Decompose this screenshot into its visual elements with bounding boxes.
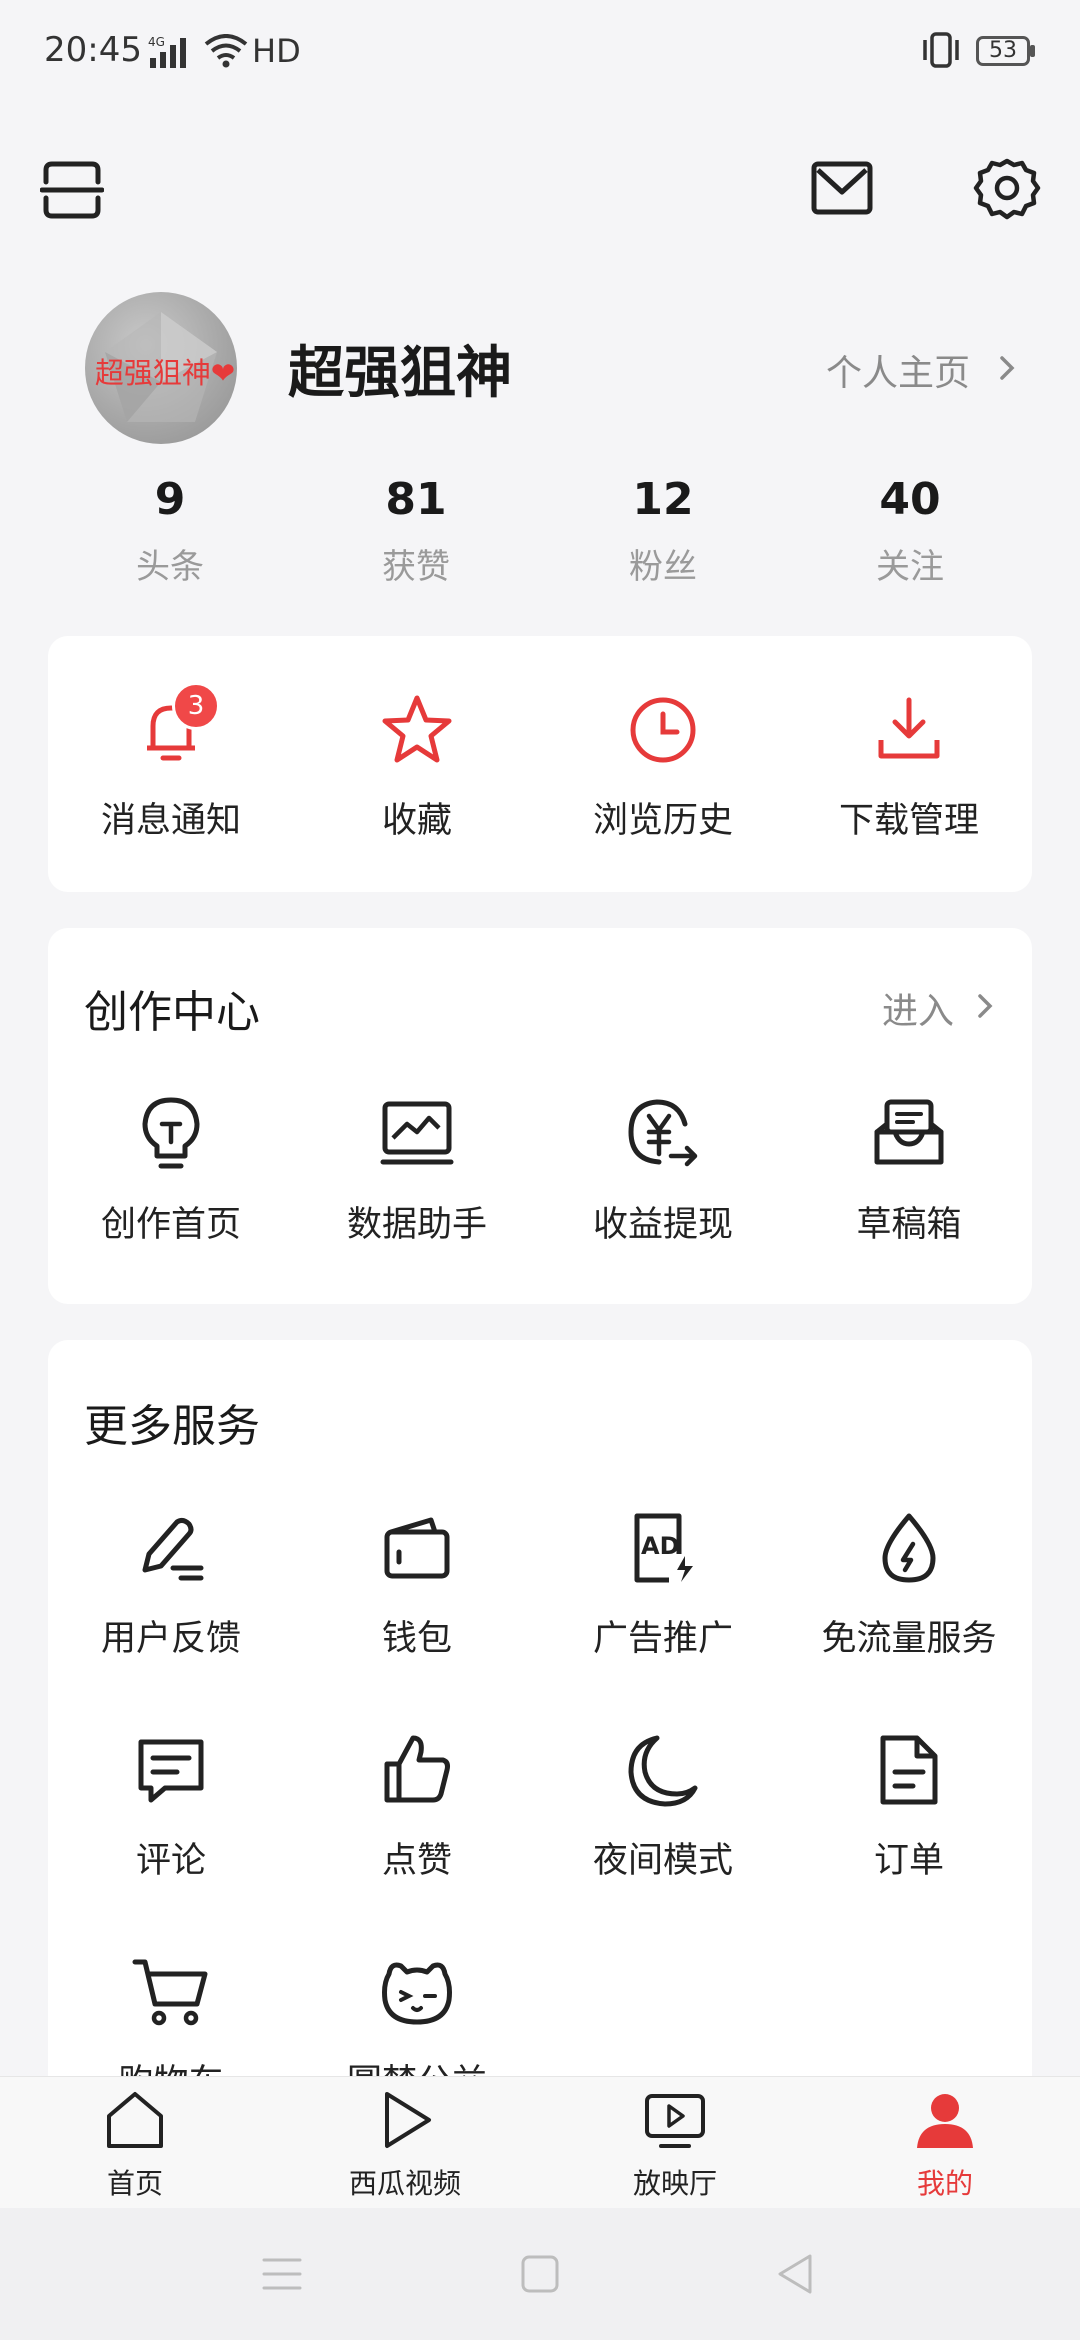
wallet-icon [384, 1517, 450, 1579]
home-icon [107, 2092, 163, 2148]
item-label: 广告推广 [592, 1619, 733, 1659]
item-label: 订单 [873, 1841, 944, 1881]
drop-icon [882, 1513, 936, 1583]
comments-button[interactable]: 评论 [48, 1730, 294, 1883]
item-label: 消息通知 [100, 801, 241, 841]
orders-button[interactable]: 订单 [786, 1730, 1032, 1883]
data-assistant-button[interactable]: 数据助手 [294, 1094, 540, 1247]
document-icon [880, 1735, 938, 1805]
moon-icon [628, 1735, 698, 1807]
ad-icon: AD [634, 1513, 693, 1583]
item-label: 夜间模式 [592, 1841, 733, 1881]
charity-icon [382, 1962, 452, 2025]
chevron-right-icon [974, 988, 998, 1028]
hd-indicator: HD [252, 32, 301, 70]
settings-gear-icon[interactable] [972, 154, 1042, 228]
scan-icon[interactable] [39, 160, 105, 224]
stat-label: 头条 [136, 547, 204, 587]
cellular-signal-icon: 4G [148, 34, 200, 74]
nav-home[interactable]: 首页 [0, 2088, 270, 2202]
item-label: 免流量服务 [821, 1619, 997, 1659]
stat-value: 9 [154, 474, 186, 525]
username: 超强狙神 [288, 341, 512, 406]
item-label: 收藏 [381, 801, 452, 841]
mail-icon[interactable] [810, 158, 874, 222]
comment-icon [138, 1739, 204, 1803]
creator-home-button[interactable]: 创作首页 [48, 1094, 294, 1247]
cart-icon [132, 1959, 208, 2026]
wallet-button[interactable]: 钱包 [294, 1508, 540, 1661]
free-data-button[interactable]: 免流量服务 [786, 1508, 1032, 1661]
item-label: 数据助手 [346, 1205, 487, 1245]
tv-icon [645, 2094, 705, 2148]
earnings-button[interactable]: 收益提现 [540, 1094, 786, 1247]
downloads-button[interactable]: 下载管理 [786, 690, 1032, 843]
chart-icon [380, 1101, 454, 1165]
nav-mine[interactable]: 我的 [810, 2088, 1080, 2202]
nav-xigua-video[interactable]: 西瓜视频 [270, 2088, 540, 2202]
home-square-icon[interactable] [520, 2254, 560, 2298]
item-label: 草稿箱 [856, 1205, 962, 1245]
stat-label: 关注 [876, 547, 944, 587]
download-icon [878, 697, 940, 759]
stat-value: 81 [385, 474, 447, 525]
battery-cap [1030, 45, 1035, 57]
menu-icon[interactable] [262, 2254, 302, 2298]
nav-label: 放映厅 [632, 2167, 717, 2200]
item-label: 下载管理 [838, 801, 979, 841]
advertising-button[interactable]: AD 广告推广 [540, 1508, 786, 1661]
nav-theater[interactable]: 放映厅 [540, 2088, 810, 2202]
favorites-button[interactable]: 收藏 [294, 690, 540, 843]
enter-link[interactable]: 进入 [882, 982, 954, 1034]
back-icon[interactable] [774, 2252, 814, 2300]
stat-headlines[interactable]: 9 头条 [60, 474, 280, 588]
item-label: 点赞 [381, 1841, 452, 1881]
item-label: 钱包 [381, 1619, 452, 1659]
drafts-button[interactable]: 草稿箱 [786, 1094, 1032, 1247]
notification-badge: 3 [172, 682, 220, 730]
stat-label: 获赞 [382, 547, 450, 587]
star-icon [382, 695, 452, 763]
item-label: 评论 [135, 1841, 206, 1881]
history-button[interactable]: 浏览历史 [540, 690, 786, 843]
stat-likes[interactable]: 81 获赞 [306, 474, 526, 588]
status-time: 20:45 [44, 30, 142, 70]
creation-center-title: 创作中心 [84, 987, 260, 1038]
item-label: 创作首页 [100, 1205, 241, 1245]
battery-icon: 53 [976, 36, 1030, 66]
stat-following[interactable]: 40 关注 [800, 474, 1020, 588]
feedback-button[interactable]: 用户反馈 [48, 1508, 294, 1661]
item-label: 用户反馈 [100, 1619, 241, 1659]
bulb-icon [142, 1097, 200, 1169]
network-type: 4G [148, 35, 165, 49]
nav-label: 我的 [916, 2167, 973, 2200]
stat-label: 粉丝 [629, 547, 697, 587]
notifications-button[interactable]: 3 消息通知 [48, 682, 294, 843]
thumb-icon [384, 1735, 450, 1803]
wifi-icon [204, 34, 248, 72]
play-icon [385, 2092, 431, 2148]
inbox-icon [874, 1099, 944, 1165]
stat-value: 12 [632, 474, 694, 525]
stat-value: 40 [879, 474, 941, 525]
chevron-right-icon [996, 350, 1020, 390]
vibrate-icon [918, 30, 964, 74]
more-services-title: 更多服务 [84, 1401, 260, 1452]
avatar-text: 超强狙神❤ [94, 356, 236, 390]
clock-icon [630, 697, 696, 763]
svg-text:AD: AD [641, 1532, 680, 1560]
pencil-icon [142, 1517, 204, 1581]
user-icon [917, 2094, 973, 2148]
nav-label: 西瓜视频 [348, 2167, 461, 2200]
item-label: 收益提现 [592, 1205, 733, 1245]
yuan-icon [628, 1099, 698, 1167]
stat-followers[interactable]: 12 粉丝 [553, 474, 773, 588]
nav-label: 首页 [106, 2167, 163, 2200]
status-bar: 20:45 4G HD 53 [0, 0, 1080, 110]
likes-button[interactable]: 点赞 [294, 1730, 540, 1883]
item-label: 浏览历史 [592, 801, 733, 841]
homepage-link[interactable]: 个人主页 [826, 344, 970, 396]
night-mode-button[interactable]: 夜间模式 [540, 1730, 786, 1883]
